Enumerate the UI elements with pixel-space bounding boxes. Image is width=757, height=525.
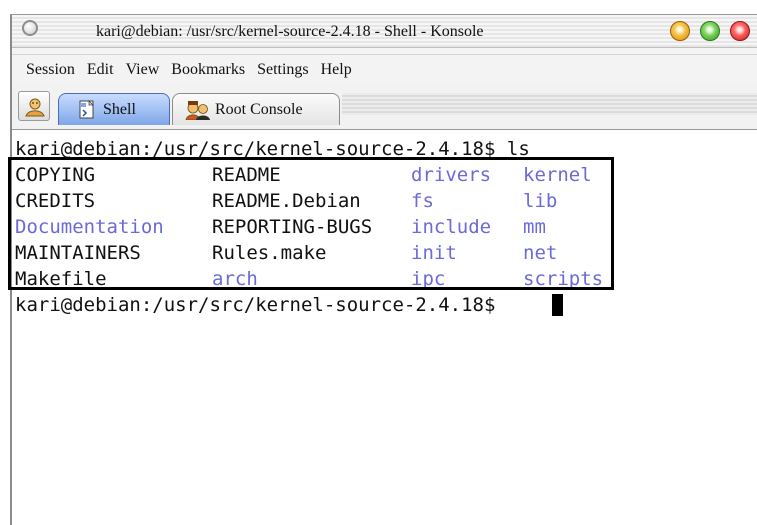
- shell-icon: [77, 99, 97, 120]
- ls-entry: init: [411, 242, 457, 264]
- menu-bar: Session Edit View Bookmarks Settings Hel…: [12, 54, 757, 86]
- ls-entry: Rules.make: [212, 242, 327, 264]
- menu-view[interactable]: View: [120, 61, 166, 79]
- tab-shell-label: Shell: [103, 100, 136, 118]
- new-session-icon: [25, 98, 45, 117]
- root-console-icon: [185, 100, 211, 120]
- menu-bookmarks[interactable]: Bookmarks: [165, 61, 251, 79]
- terminal-area[interactable]: kari@debian:/usr/src/kernel-source-2.4.1…: [12, 129, 757, 525]
- text-cursor: [552, 294, 563, 316]
- ls-entry: COPYING: [15, 164, 96, 186]
- ls-entry: README.Debian: [212, 190, 361, 212]
- ls-entry: net: [523, 242, 558, 264]
- tab-bar-filler: [342, 93, 757, 115]
- menu-settings[interactable]: Settings: [251, 61, 315, 79]
- tab-bar: Shell Root Console: [12, 85, 757, 129]
- ls-entry: scripts: [523, 268, 604, 290]
- ls-entry: REPORTING-BUGS: [212, 216, 373, 238]
- ls-entry: fs: [411, 190, 434, 212]
- ls-entry: lib: [523, 190, 558, 212]
- prompt-line-ls: kari@debian:/usr/src/kernel-source-2.4.1…: [15, 138, 530, 160]
- ls-entry: README: [212, 164, 281, 186]
- window-title: kari@debian: /usr/src/kernel-source-2.4.…: [96, 23, 484, 40]
- menu-session[interactable]: Session: [12, 61, 81, 79]
- ls-entry: MAINTAINERS: [15, 242, 141, 264]
- ls-entry: Makefile: [15, 268, 107, 290]
- ls-entry: ipc: [411, 268, 446, 290]
- prompt-line-current: kari@debian:/usr/src/kernel-source-2.4.1…: [15, 294, 507, 316]
- tab-shell[interactable]: Shell: [58, 93, 170, 125]
- ls-entry: CREDITS: [15, 190, 96, 212]
- new-session-button[interactable]: [18, 91, 50, 121]
- ls-entry: include: [411, 216, 492, 238]
- window-menu-button[interactable]: [22, 20, 38, 36]
- minimize-button[interactable]: [670, 21, 690, 41]
- close-button[interactable]: [730, 21, 750, 41]
- title-bar[interactable]: kari@debian: /usr/src/kernel-source-2.4.…: [12, 15, 757, 48]
- maximize-button[interactable]: [700, 21, 720, 41]
- tab-root-console-label: Root Console: [215, 100, 303, 118]
- menu-help[interactable]: Help: [315, 61, 358, 79]
- tab-root-console[interactable]: Root Console: [172, 93, 340, 125]
- ls-entry: mm: [523, 216, 546, 238]
- menu-edit[interactable]: Edit: [81, 61, 120, 79]
- ls-entry: kernel: [523, 164, 592, 186]
- ls-entry: drivers: [411, 164, 492, 186]
- ls-entry: arch: [212, 268, 258, 290]
- ls-entry: Documentation: [15, 216, 164, 238]
- konsole-window: kari@debian: /usr/src/kernel-source-2.4.…: [10, 14, 757, 525]
